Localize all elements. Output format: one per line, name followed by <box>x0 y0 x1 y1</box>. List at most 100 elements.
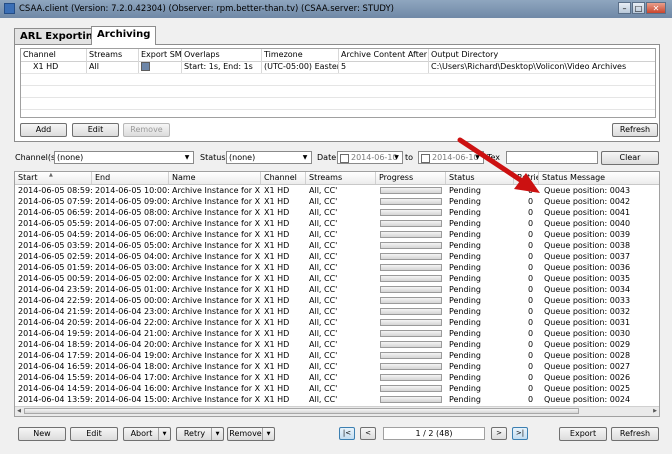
progress-bar <box>380 209 442 216</box>
table-row[interactable]: 2014-06-04 16:59:592014-06-04 18:00:01Ar… <box>15 361 659 372</box>
cell-end: 2014-06-05 06:00:01 <box>95 230 169 239</box>
table-row[interactable]: 2014-06-04 15:59:592014-06-04 17:00:01Ar… <box>15 372 659 383</box>
chevron-down-icon[interactable]: ▼ <box>211 428 223 440</box>
cell-channel: X1 HD <box>264 274 290 283</box>
cell-streams: All, CC' <box>309 219 338 228</box>
scroll-thumb[interactable] <box>24 408 579 414</box>
table-row[interactable]: 2014-06-05 02:59:592014-06-05 04:00:01Ar… <box>15 251 659 262</box>
cell-progress <box>376 372 446 383</box>
archive-config-row[interactable]: X1 HD All Start: 1s, End: 1s (UTC-05:00)… <box>21 61 655 73</box>
scroll-right-icon[interactable]: ▶ <box>651 407 659 415</box>
date-to-picker[interactable]: 2014-06-10 ▼ <box>418 151 484 164</box>
title-bar[interactable]: CSAA.client (Version: 7.2.0.42304) (Obse… <box>0 0 672 18</box>
last-page-button[interactable]: >| <box>512 427 528 440</box>
table-row[interactable]: 2014-06-04 21:59:592014-06-04 23:00:01Ar… <box>15 306 659 317</box>
column-header-overlaps[interactable]: Overlaps <box>182 49 262 61</box>
cell-status: Pending <box>449 230 481 239</box>
to-label: to <box>405 153 414 162</box>
table-row[interactable]: 2014-06-05 00:59:592014-06-05 02:00:01Ar… <box>15 273 659 284</box>
table-row[interactable]: 2014-06-04 20:59:592014-06-04 22:00:01Ar… <box>15 317 659 328</box>
add-button[interactable]: Add <box>20 123 67 137</box>
column-header-export-smi[interactable]: Export SMI <box>139 49 182 61</box>
table-row[interactable]: 2014-06-05 03:59:592014-06-05 05:00:01Ar… <box>15 240 659 251</box>
edit-job-button[interactable]: Edit <box>70 427 118 441</box>
column-header-progress[interactable]: Progress <box>376 172 446 184</box>
close-icon[interactable]: ✕ <box>646 2 666 14</box>
column-header-start[interactable]: Start ▲ <box>15 172 92 184</box>
channels-dropdown[interactable]: (none) ▼ <box>54 151 194 164</box>
next-page-button[interactable]: > <box>491 427 507 440</box>
column-header-status-message[interactable]: Status Message <box>539 172 659 184</box>
cell-streams: All, CC' <box>309 208 338 217</box>
table-row[interactable]: 2014-06-04 19:59:592014-06-04 21:00:01Ar… <box>15 328 659 339</box>
cell-end: 2014-06-04 20:00:01 <box>95 340 169 349</box>
table-row[interactable]: 2014-06-05 01:59:592014-06-05 03:00:01Ar… <box>15 262 659 273</box>
remove-job-button[interactable]: Remove ▼ <box>227 427 275 441</box>
cell-status: Pending <box>449 384 481 393</box>
status-dropdown[interactable]: (none) ▼ <box>226 151 312 164</box>
scroll-left-icon[interactable]: ◀ <box>15 407 23 415</box>
table-row[interactable]: 2014-06-05 08:59:592014-06-05 10:00:01Ar… <box>15 185 659 196</box>
text-filter-input[interactable] <box>506 151 598 164</box>
refresh-jobs-button[interactable]: Refresh <box>611 427 659 441</box>
cell-progress <box>376 306 446 317</box>
previous-page-button[interactable]: < <box>360 427 376 440</box>
remove-button[interactable]: Remove <box>123 123 170 137</box>
cell-status: Pending <box>449 351 481 360</box>
progress-bar <box>380 374 442 381</box>
progress-bar <box>380 187 442 194</box>
progress-bar <box>380 275 442 282</box>
column-header-retries[interactable]: Retries <box>514 172 539 184</box>
table-row[interactable]: 2014-06-04 13:59:592014-06-04 15:00:01Ar… <box>15 394 659 405</box>
cell-channel: X1 HD <box>264 340 290 349</box>
date-from-checkbox[interactable] <box>340 154 349 163</box>
abort-button[interactable]: Abort ▼ <box>123 427 171 441</box>
cell-channel: X1 HD <box>264 351 290 360</box>
chevron-down-icon[interactable]: ▼ <box>262 428 274 440</box>
column-header-channel[interactable]: Channel <box>21 49 87 61</box>
table-row[interactable]: 2014-06-04 23:59:592014-06-05 01:00:01Ar… <box>15 284 659 295</box>
column-header-streams[interactable]: Streams <box>87 49 139 61</box>
table-row[interactable]: 2014-06-05 05:59:592014-06-05 07:00:01Ar… <box>15 218 659 229</box>
horizontal-scrollbar[interactable]: ◀ ▶ <box>15 406 659 416</box>
chevron-down-icon[interactable]: ▼ <box>158 428 170 440</box>
retry-button[interactable]: Retry ▼ <box>176 427 224 441</box>
table-row[interactable]: 2014-06-05 06:59:592014-06-05 08:00:01Ar… <box>15 207 659 218</box>
table-row[interactable]: 2014-06-05 04:59:592014-06-05 06:00:01Ar… <box>15 229 659 240</box>
progress-bar <box>380 396 442 403</box>
column-header-end[interactable]: End <box>92 172 169 184</box>
tab-archiving[interactable]: Archiving <box>91 26 157 45</box>
column-header-timezone[interactable]: Timezone <box>262 49 339 61</box>
table-row[interactable]: 2014-06-05 07:59:592014-06-05 09:00:01Ar… <box>15 196 659 207</box>
table-row[interactable]: 2014-06-04 22:59:592014-06-05 00:00:01Ar… <box>15 295 659 306</box>
clear-button[interactable]: Clear <box>601 151 659 165</box>
column-header-archive-after[interactable]: Archive Content After (days) <box>339 49 429 61</box>
new-button[interactable]: New <box>18 427 66 441</box>
cell-progress <box>376 273 446 284</box>
table-row[interactable]: 2014-06-04 18:59:592014-06-04 20:00:01Ar… <box>15 339 659 350</box>
minimize-icon[interactable]: – <box>618 2 631 14</box>
date-to-checkbox[interactable] <box>421 154 430 163</box>
column-header-name[interactable]: Name <box>169 172 261 184</box>
abort-label: Abort <box>130 429 153 438</box>
cell-progress <box>376 251 446 262</box>
cell-retries: 0 <box>528 197 534 206</box>
table-row[interactable]: 2014-06-04 14:59:592014-06-04 16:00:01Ar… <box>15 383 659 394</box>
column-header-status[interactable]: Status <box>446 172 514 184</box>
column-header-streams[interactable]: Streams <box>306 172 376 184</box>
window-controls: – □ ✕ <box>617 2 666 15</box>
column-header-output-directory[interactable]: Output Directory <box>429 49 655 61</box>
export-smi-checkbox[interactable] <box>141 62 150 71</box>
cell-streams: All <box>87 61 139 73</box>
cell-retries: 0 <box>528 186 534 195</box>
edit-button[interactable]: Edit <box>72 123 119 137</box>
column-header-channel[interactable]: Channel <box>261 172 306 184</box>
first-page-button[interactable]: |< <box>339 427 355 440</box>
maximize-icon[interactable]: □ <box>632 2 645 14</box>
cell-start: 2014-06-05 07:59:59 <box>18 197 92 206</box>
table-row[interactable]: 2014-06-04 17:59:592014-06-04 19:00:01Ar… <box>15 350 659 361</box>
export-button[interactable]: Export <box>559 427 607 441</box>
date-from-picker[interactable]: 2014-06-10 ▼ <box>337 151 403 164</box>
cell-progress <box>376 383 446 394</box>
refresh-archiving-button[interactable]: Refresh <box>612 123 658 137</box>
